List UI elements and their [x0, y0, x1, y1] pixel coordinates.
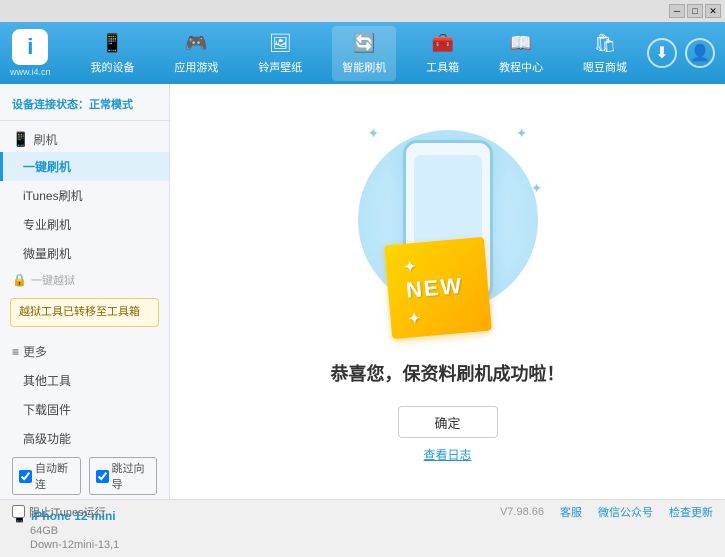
logo[interactable]: i www.i4.cn	[10, 29, 51, 77]
sidebar-item-micro-flash[interactable]: 微量刷机	[0, 239, 169, 268]
version-text: V7.98.66	[500, 506, 544, 518]
check-update-link[interactable]: 检查更新	[669, 504, 713, 520]
sidebar-item-download-firmware[interactable]: 下载固件	[0, 395, 169, 424]
nav-smart-flash[interactable]: 🔄 智能刷机	[332, 26, 396, 81]
device-storage: 64GB	[12, 525, 157, 537]
nav-toolbox-label: 工具箱	[426, 59, 459, 75]
nav-device-icon: 📱	[100, 32, 124, 56]
skip-wizard-checkbox[interactable]: 跳过向导	[89, 457, 158, 495]
logo-subtext: www.i4.cn	[10, 67, 51, 77]
nav-tutorial-label: 教程中心	[499, 59, 543, 75]
flash-group-icon: 📱	[12, 131, 29, 148]
auto-disconnect-checkbox[interactable]: 自动断连	[12, 457, 81, 495]
nav-apps[interactable]: 🎮 应用游戏	[164, 26, 228, 81]
view-log-link[interactable]: 查看日志	[423, 446, 471, 463]
customer-service-link[interactable]: 客服	[560, 504, 582, 520]
minimize-button[interactable]: ─	[669, 4, 685, 18]
stop-itunes-checkbox[interactable]	[12, 505, 25, 518]
nav-tutorial-icon: 📖	[509, 32, 533, 56]
nav-toolbox[interactable]: 🧰 工具箱	[416, 26, 469, 81]
auto-disconnect-input[interactable]	[19, 470, 32, 483]
logo-icon: i	[12, 29, 48, 65]
sidebar-jailbreak-disabled: 🔒 一键越狱	[0, 268, 169, 292]
nav-device-label: 我的设备	[90, 59, 134, 75]
nav-tutorial[interactable]: 📖 教程中心	[489, 26, 553, 81]
bottom-bar: 阻止iTunes运行 V7.98.66 客服 微信公众号 检查更新	[0, 499, 725, 523]
flash-group-text: 刷机	[33, 131, 57, 148]
nav-my-device[interactable]: 📱 我的设备	[80, 26, 144, 81]
nav-flash-label: 智能刷机	[342, 59, 386, 75]
nav-store-icon: 🛍	[593, 32, 617, 56]
nav-items: 📱 我的设备 🎮 应用游戏 🖼 铃声壁纸 🔄 智能刷机 🧰 工具箱 📖 教程中心…	[71, 26, 647, 81]
sidebar: 设备连接状态：正常模式 📱 刷机 一键刷机 iTunes刷机 专业刷机 微量刷机…	[0, 84, 170, 499]
account-button[interactable]: 👤	[685, 38, 715, 68]
sidebar-item-other-tools[interactable]: 其他工具	[0, 366, 169, 395]
skip-wizard-label: 跳过向导	[112, 460, 151, 492]
stop-itunes-label: 阻止iTunes运行	[29, 504, 106, 520]
sparkle-3: ✦	[531, 180, 543, 197]
nav-wallpaper-label: 铃声壁纸	[258, 59, 302, 75]
more-text: 更多	[23, 343, 47, 360]
jailbreak-label: 一键越狱	[31, 272, 75, 288]
bottom-bar-left: 阻止iTunes运行	[12, 504, 500, 520]
download-button[interactable]: ⬇	[647, 38, 677, 68]
nav-right-actions: ⬇ 👤	[647, 38, 715, 68]
sidebar-item-advanced[interactable]: 高级功能	[0, 424, 169, 453]
nav-apps-label: 应用游戏	[174, 59, 218, 75]
auto-disconnect-label: 自动断连	[35, 460, 74, 492]
device-model: Down-12mini-13,1	[12, 539, 157, 551]
navbar: i www.i4.cn 📱 我的设备 🎮 应用游戏 🖼 铃声壁纸 🔄 智能刷机 …	[0, 22, 725, 84]
status-value: 正常模式	[89, 99, 133, 111]
close-button[interactable]: ✕	[705, 4, 721, 18]
sparkle-2: ✦	[516, 125, 528, 142]
connection-status: 设备连接状态：正常模式	[0, 92, 169, 121]
nav-store-label: 嗯豆商城	[583, 59, 627, 75]
notice-text: 越狱工具已转移至工具箱	[19, 306, 140, 318]
confirm-button[interactable]: 确定	[398, 406, 498, 438]
sparkle-1: ✦	[368, 125, 380, 142]
nav-toolbox-icon: 🧰	[431, 32, 455, 56]
nav-flash-icon: 🔄	[352, 32, 376, 56]
content-area: ✦ ✦ ✦ NEW 恭喜您，保资料刷机成功啦！ 确定 查看日志	[170, 84, 725, 499]
nav-wallpaper-icon: 🖼	[268, 32, 292, 56]
skip-wizard-input[interactable]	[96, 470, 109, 483]
more-icon: ≡	[12, 345, 19, 359]
maximize-button[interactable]: □	[687, 4, 703, 18]
success-message: 恭喜您，保资料刷机成功啦！	[331, 360, 565, 386]
nav-store[interactable]: 🛍 嗯豆商城	[573, 26, 637, 81]
sidebar-item-itunes-flash[interactable]: iTunes刷机	[0, 181, 169, 210]
nav-wallpaper[interactable]: 🖼 铃声壁纸	[248, 26, 312, 81]
checkbox-area: 自动断连 跳过向导	[0, 453, 169, 503]
sidebar-item-one-key-flash[interactable]: 一键刷机	[0, 152, 169, 181]
main-area: 设备连接状态：正常模式 📱 刷机 一键刷机 iTunes刷机 专业刷机 微量刷机…	[0, 84, 725, 499]
notice-box: 越狱工具已转移至工具箱	[10, 298, 159, 327]
new-badge: NEW	[384, 237, 492, 339]
status-prefix: 设备连接状态：	[12, 99, 89, 111]
nav-apps-icon: 🎮	[184, 32, 208, 56]
more-group-label: ≡ 更多	[0, 337, 169, 366]
wechat-link[interactable]: 微信公众号	[598, 504, 653, 520]
lock-icon: 🔒	[12, 273, 27, 287]
success-illustration: ✦ ✦ ✦ NEW	[348, 120, 548, 340]
sidebar-item-pro-flash[interactable]: 专业刷机	[0, 210, 169, 239]
title-bar: ─ □ ✕	[0, 0, 725, 22]
flash-group-label: 📱 刷机	[0, 127, 169, 152]
bottom-bar-right: V7.98.66 客服 微信公众号 检查更新	[500, 504, 713, 520]
